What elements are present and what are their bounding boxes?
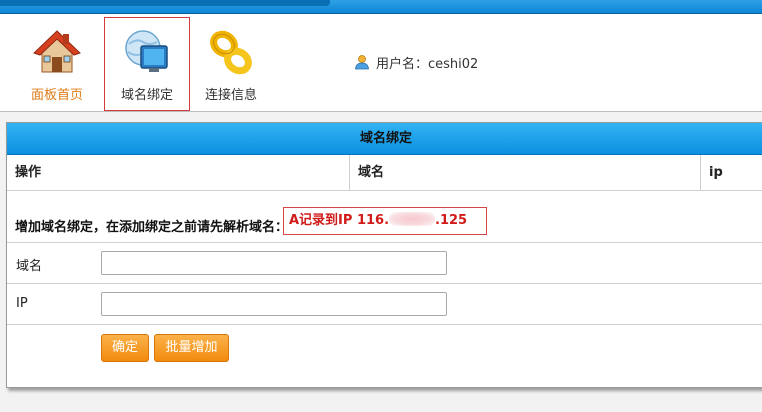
table-header: 操作 域名 ip	[7, 155, 762, 191]
user-icon	[355, 55, 369, 70]
domain-input[interactable]	[101, 251, 447, 275]
toolbar-item-domain-binding[interactable]: 域名绑定	[104, 17, 190, 111]
toolbar-item-home[interactable]: 面板首页	[14, 18, 100, 112]
button-row: 确定 批量增加	[7, 325, 762, 375]
panel-title: 域名绑定	[7, 123, 762, 155]
column-header-domain: 域名	[350, 155, 701, 191]
form-row-ip: IP	[7, 284, 762, 325]
notice-row: 增加域名绑定，在添加绑定之前请先解析域名： A记录到IP 116. .125	[7, 191, 762, 243]
ip-notice-box: A记录到IP 116. .125	[283, 207, 487, 235]
domain-binding-panel: 域名绑定 操作 域名 ip 增加域名绑定，在添加绑定之前请先解析域名： A记录到…	[6, 122, 762, 388]
confirm-button[interactable]: 确定	[101, 334, 149, 362]
toolbar-item-label: 面板首页	[30, 88, 83, 103]
batch-add-button[interactable]: 批量增加	[154, 334, 229, 362]
top-strip	[0, 0, 762, 14]
chain-link-icon	[210, 30, 252, 75]
ip-input[interactable]	[101, 292, 447, 316]
column-header-ip: ip	[709, 165, 723, 180]
ip-notice-prefix: A记录到IP 116.	[289, 213, 390, 228]
column-header-action: 操作	[7, 155, 350, 191]
form-row-domain: 域名	[7, 243, 762, 284]
globe-monitor-icon	[125, 30, 168, 72]
ip-notice-suffix: .125	[435, 213, 468, 228]
top-strip-notch	[0, 0, 330, 6]
ip-field-label: IP	[16, 296, 28, 311]
user-info: 用户名：ceshi02	[354, 52, 478, 72]
toolbar-item-label: 连接信息	[204, 88, 257, 103]
user-name-label: 用户名：ceshi02	[376, 56, 479, 72]
house-icon	[33, 30, 81, 73]
redacted-ip-mask	[389, 212, 436, 226]
notice-text: 增加域名绑定，在添加绑定之前请先解析域名：	[15, 220, 289, 235]
domain-field-label: 域名	[16, 259, 43, 274]
toolbar-item-label: 域名绑定	[120, 88, 173, 103]
toolbar-item-connection-info[interactable]: 连接信息	[188, 18, 274, 112]
panel-toolbar: 面板首页 域名绑定 连接信息 用户名：ceshi02	[0, 14, 762, 112]
